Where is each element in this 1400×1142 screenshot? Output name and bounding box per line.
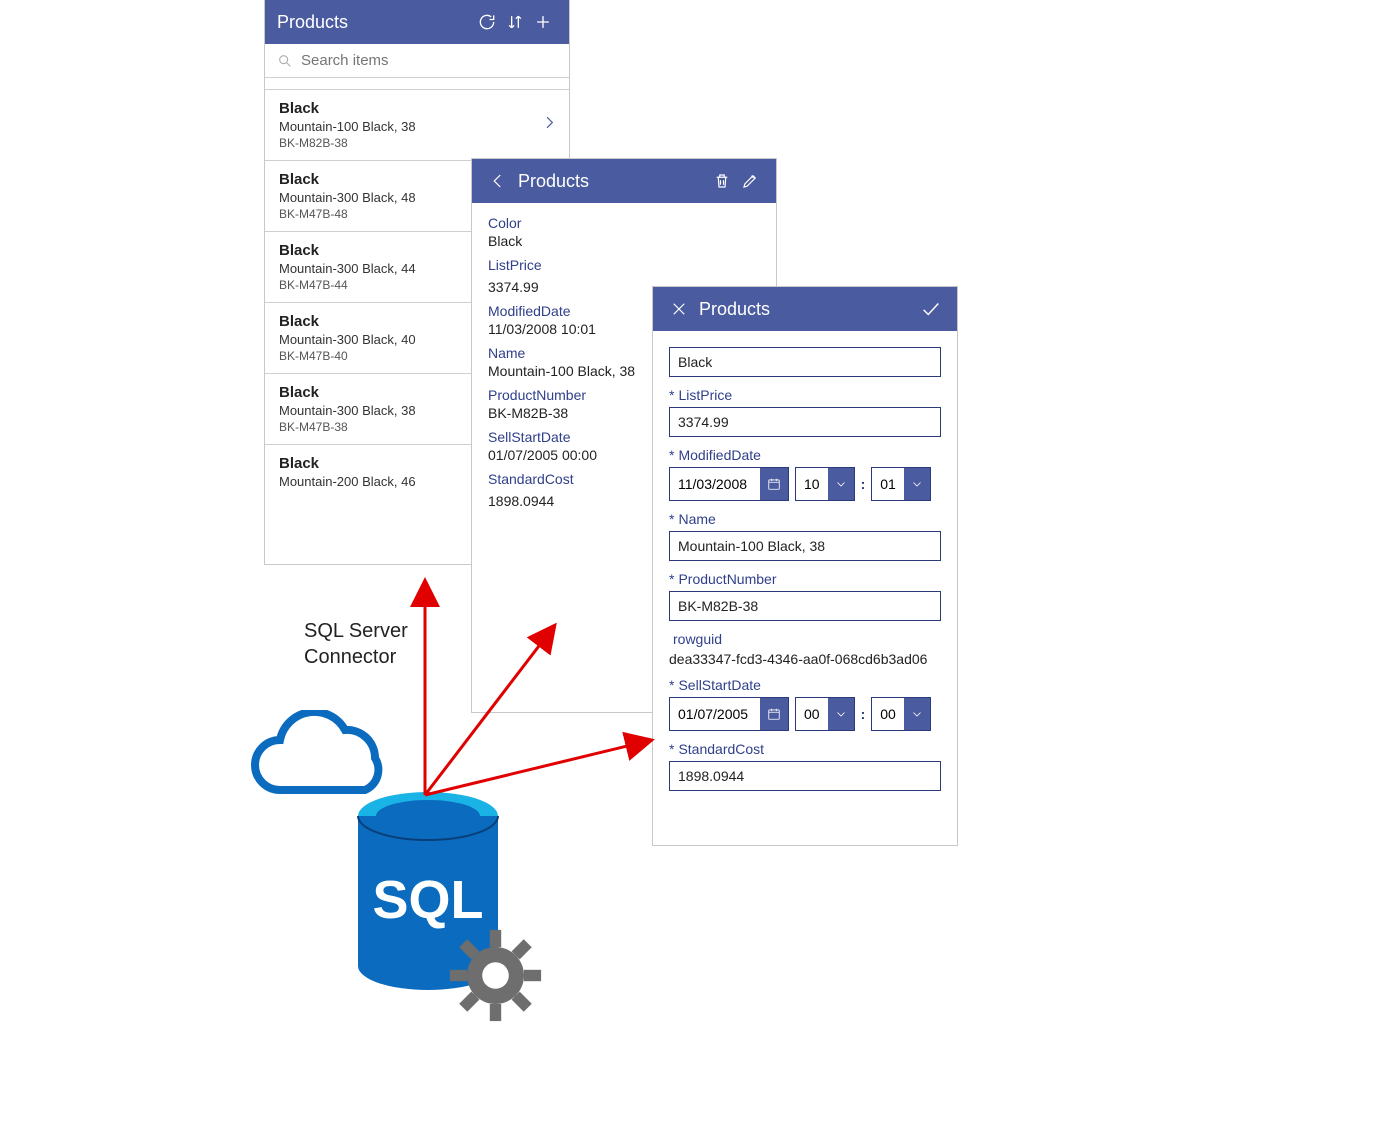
sql-text: SQL [372, 870, 483, 930]
sellstart-minute-select[interactable]: 00 [871, 697, 931, 731]
name-field[interactable] [669, 531, 941, 561]
search-row[interactable] [265, 44, 569, 78]
time-colon: : [861, 476, 866, 492]
chevron-down-icon[interactable] [828, 698, 854, 730]
detail-title: Products [518, 171, 708, 192]
close-icon[interactable] [665, 295, 693, 323]
chevron-down-icon[interactable] [828, 468, 854, 500]
name-label: *Name [669, 511, 941, 527]
connector-label: SQL Server Connector [304, 618, 408, 670]
list-title: Products [277, 12, 473, 33]
refresh-icon[interactable] [473, 8, 501, 36]
stdcost-label: *StandardCost [669, 741, 941, 757]
rowguid-value: dea33347-fcd3-4346-aa0f-068cd6b3ad06 [669, 651, 941, 667]
gear-icon [448, 928, 543, 1023]
back-icon[interactable] [484, 167, 512, 195]
add-icon[interactable] [529, 8, 557, 36]
sort-icon[interactable] [501, 8, 529, 36]
productnum-field[interactable] [669, 591, 941, 621]
confirm-icon[interactable] [917, 295, 945, 323]
detail-value-color: Black [488, 233, 760, 249]
modified-date-row: 11/03/2008 10 : 01 [669, 467, 941, 501]
delete-icon[interactable] [708, 167, 736, 195]
search-input[interactable] [301, 52, 557, 69]
edit-title: Products [699, 299, 917, 320]
detail-label-color: Color [488, 215, 760, 231]
edit-header: Products [653, 287, 957, 331]
stdcost-field[interactable] [669, 761, 941, 791]
item-color: Black [279, 100, 555, 117]
sellstart-date-picker[interactable]: 01/07/2005 [669, 697, 789, 731]
productnum-label: *ProductNumber [669, 571, 941, 587]
edit-icon[interactable] [736, 167, 764, 195]
item-sku: BK-M82B-38 [279, 136, 555, 150]
edit-panel: Products *ListPrice *ModifiedDate 11/03/… [652, 286, 958, 846]
detail-header: Products [472, 159, 776, 203]
chevron-down-icon[interactable] [904, 698, 930, 730]
sql-server-graphic: SQL [230, 690, 550, 1030]
list-item[interactable]: Black Mountain-100 Black, 38 BK-M82B-38 [265, 90, 569, 161]
chevron-down-icon[interactable] [904, 468, 930, 500]
chevron-right-icon [541, 112, 557, 139]
edit-body: *ListPrice *ModifiedDate 11/03/2008 10 :… [653, 331, 957, 807]
modified-label: *ModifiedDate [669, 447, 941, 463]
time-colon: : [861, 706, 866, 722]
sellstart-date-row: 01/07/2005 00 : 00 [669, 697, 941, 731]
search-icon [277, 53, 293, 69]
detail-label-listprice: ListPrice [488, 257, 760, 273]
sellstart-hour-select[interactable]: 00 [795, 697, 855, 731]
list-spacer [265, 78, 569, 90]
modified-minute-select[interactable]: 01 [871, 467, 931, 501]
rowguid-label: rowguid [673, 631, 941, 647]
modified-date-picker[interactable]: 11/03/2008 [669, 467, 789, 501]
item-name: Mountain-100 Black, 38 [279, 119, 555, 134]
color-field[interactable] [669, 347, 941, 377]
modified-hour-select[interactable]: 10 [795, 467, 855, 501]
listprice-field[interactable] [669, 407, 941, 437]
calendar-icon[interactable] [760, 698, 788, 730]
listprice-label: *ListPrice [669, 387, 941, 403]
sellstart-label: *SellStartDate [669, 677, 941, 693]
list-header: Products [265, 0, 569, 44]
calendar-icon[interactable] [760, 468, 788, 500]
